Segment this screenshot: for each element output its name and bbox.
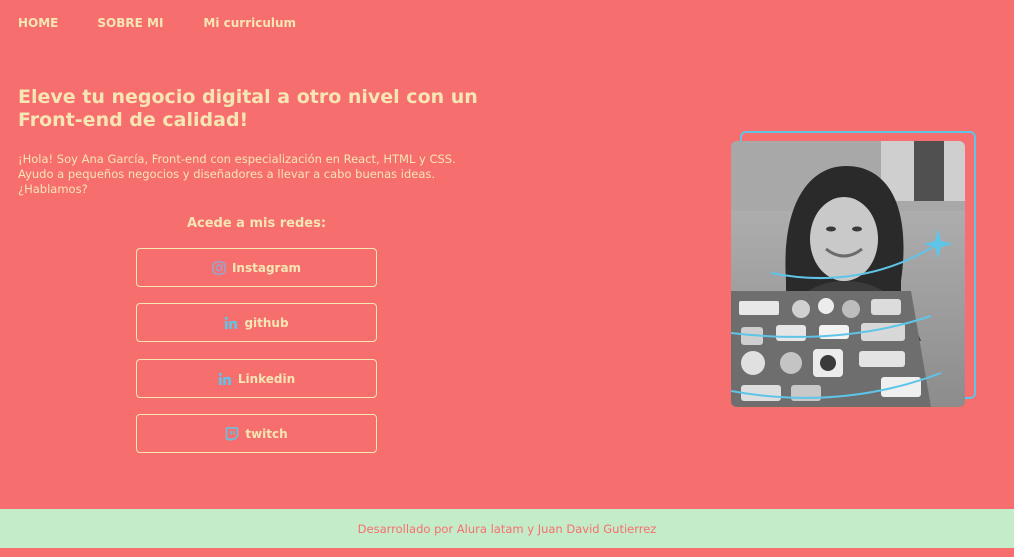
instagram-button[interactable]: Instagram [136, 248, 377, 287]
linkedin-icon [218, 372, 232, 386]
linkedin-button[interactable]: Linkedin [136, 359, 377, 398]
github-button[interactable]: github [136, 303, 377, 342]
footer: Desarrollado por Alura latam y Juan Davi… [0, 509, 1014, 548]
social-title: Acede a mis redes: [186, 216, 327, 231]
nav-about-link[interactable]: SOBRE MI [97, 16, 163, 30]
hero-headline: Eleve tu negocio digital a otro nivel co… [18, 86, 478, 131]
twitch-label: twitch [245, 426, 288, 441]
instagram-icon [212, 260, 226, 275]
twitch-icon [225, 426, 239, 441]
profile-photo [731, 141, 965, 407]
nav-home-link[interactable]: HOME [18, 16, 58, 30]
github-label: github [244, 315, 289, 330]
linkedin-label: Linkedin [237, 371, 296, 386]
hero-intro: ¡Hola! Soy Ana García, Front-end con esp… [18, 152, 456, 196]
main-nav: HOME SOBRE MI Mi curriculum [18, 16, 296, 30]
footer-credit: Desarrollado por Alura latam y Juan Davi… [357, 521, 657, 536]
nav-cv-link[interactable]: Mi curriculum [203, 16, 296, 30]
twitch-button[interactable]: twitch [136, 414, 377, 453]
linkedin-icon [224, 316, 238, 330]
instagram-label: Instagram [231, 260, 302, 275]
page: HOME SOBRE MI Mi curriculum Eleve tu neg… [0, 0, 1014, 557]
